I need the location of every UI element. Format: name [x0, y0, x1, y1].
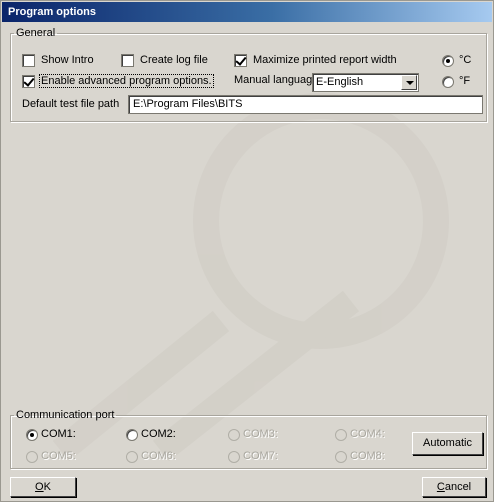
show-intro-label: Show Intro [41, 54, 94, 66]
advanced-options-checkbox[interactable] [22, 75, 35, 88]
com6-radio [126, 451, 138, 463]
chevron-down-icon[interactable] [401, 75, 417, 90]
cancel-button[interactable]: Cancel [422, 477, 486, 497]
com1-radio[interactable] [26, 429, 38, 441]
com7-label: COM7: [243, 450, 278, 462]
advanced-options-label: Enable advanced program options. [39, 74, 214, 88]
create-log-label: Create log file [140, 54, 208, 66]
ok-mnemonic: O [35, 481, 44, 493]
com6-label: COM6: [141, 450, 176, 462]
program-options-dialog: Program options General Show Intro Creat… [0, 0, 494, 502]
general-legend: General [16, 27, 56, 39]
window-title: Program options [2, 2, 492, 22]
communication-port-legend: Communication port [16, 409, 115, 421]
com4-radio [335, 429, 347, 441]
maximize-width-checkbox[interactable] [234, 54, 247, 67]
manual-language-value: E-English [316, 76, 364, 88]
manual-language-label: Manual language [234, 74, 319, 86]
com2-label: COM2: [141, 428, 176, 440]
com3-label: COM3: [243, 428, 278, 440]
unit-celsius-radio[interactable] [442, 55, 454, 67]
com2-radio[interactable] [126, 429, 138, 441]
com3-radio [228, 429, 240, 441]
unit-fahrenheit-radio[interactable] [442, 76, 454, 88]
com5-radio [26, 451, 38, 463]
show-intro-checkbox[interactable] [22, 54, 35, 67]
com7-radio [228, 451, 240, 463]
manual-language-select[interactable]: E-English [312, 73, 419, 92]
cancel-mnemonic: C [436, 481, 445, 493]
maximize-width-label: Maximize printed report width [253, 54, 397, 66]
com5-label: COM5: [41, 450, 76, 462]
ok-label-rest: K [43, 481, 51, 493]
com8-radio [335, 451, 347, 463]
test-path-label: Default test file path [22, 98, 120, 110]
ok-button[interactable]: OK [10, 477, 76, 497]
unit-celsius-label: °C [459, 54, 472, 66]
unit-fahrenheit-label: °F [459, 75, 471, 87]
automatic-button[interactable]: Automatic [412, 432, 483, 455]
com8-label: COM8: [350, 450, 385, 462]
test-path-input[interactable]: E:\Program Files\BITS [128, 95, 483, 114]
com4-label: COM4: [350, 428, 385, 440]
create-log-checkbox[interactable] [121, 54, 134, 67]
cancel-label-rest: ancel [444, 481, 472, 493]
com1-label: COM1: [41, 428, 76, 440]
